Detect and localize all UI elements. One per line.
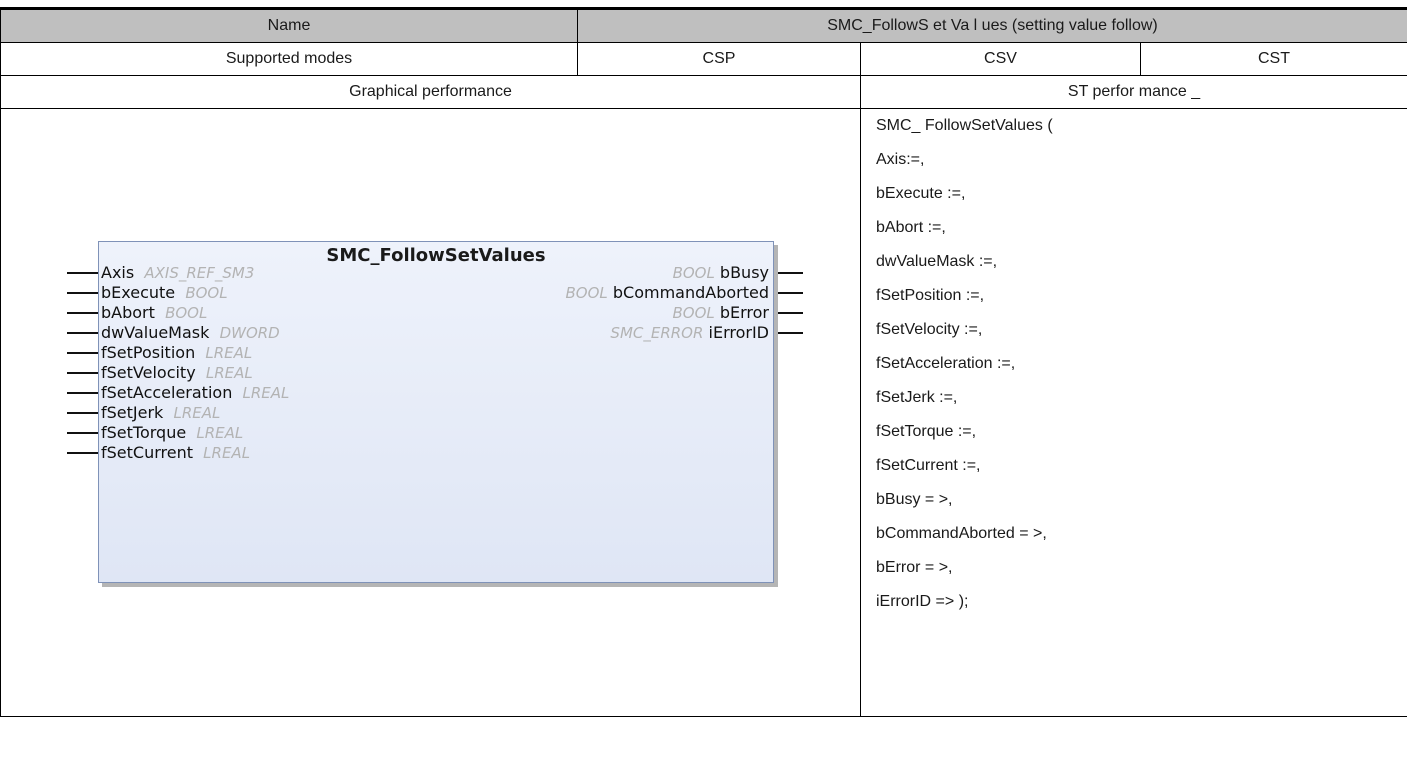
- input-wire: [67, 412, 99, 414]
- mode-csp-cell: CSP: [577, 42, 861, 76]
- name-label-cell: Name: [0, 7, 578, 43]
- output-pin: SMC_ERROR iErrorID: [610, 323, 769, 343]
- input-pin: Axis AXIS_REF_SM3: [101, 263, 254, 283]
- pin-type: LREAL: [196, 424, 244, 442]
- graphical-performance-cell: SMC_FollowSetValues Axis AXIS_REF_SM3 bE…: [0, 108, 861, 717]
- st-code-line: dwValueMask :=,: [876, 253, 998, 270]
- st-code-line: bError = >,: [876, 559, 953, 576]
- input-wire: [67, 452, 99, 454]
- output-pin: BOOL bError: [672, 303, 769, 323]
- st-code-line: fSetCurrent :=,: [876, 457, 981, 474]
- output-wire: [773, 312, 803, 314]
- pin-type: BOOL: [672, 304, 715, 322]
- pin-type: BOOL: [565, 284, 608, 302]
- pin-type: LREAL: [173, 404, 221, 422]
- output-pin: BOOL bCommandAborted: [566, 283, 770, 303]
- st-code-listing: SMC_ FollowSetValues ( Axis:=, bExecute …: [861, 109, 1407, 619]
- input-wire: [67, 432, 99, 434]
- pin-type: LREAL: [203, 444, 251, 462]
- pin-name: fSetVelocity: [101, 363, 196, 382]
- header-row: Name SMC_FollowS et Va l ues (setting va…: [0, 7, 1407, 43]
- input-pin: fSetVelocity LREAL: [101, 363, 253, 383]
- st-code-line: SMC_ FollowSetValues (: [876, 117, 1053, 134]
- name-value-cell: SMC_FollowS et Va l ues (setting value f…: [576, 7, 1407, 43]
- input-wire: [67, 312, 99, 314]
- st-code-line: fSetVelocity :=,: [876, 321, 983, 338]
- performance-header-row: Graphical performance ST perfor mance _: [0, 75, 1407, 109]
- st-code-line: fSetTorque :=,: [876, 423, 977, 440]
- mode-cst-cell: CST: [1139, 42, 1407, 76]
- input-pin: fSetAcceleration LREAL: [101, 383, 289, 403]
- output-wire: [773, 292, 803, 294]
- function-spec-table: Name SMC_FollowS et Va l ues (setting va…: [0, 7, 1407, 717]
- pin-name: fSetJerk: [101, 403, 164, 422]
- input-pin: bAbort BOOL: [101, 303, 207, 323]
- pin-type: AXIS_REF_SM3: [144, 264, 255, 282]
- graphical-performance-label: Graphical performance: [0, 75, 861, 109]
- pin-name: fSetTorque: [101, 423, 187, 442]
- pin-name: bExecute: [101, 283, 176, 302]
- st-code-line: fSetJerk :=,: [876, 389, 958, 406]
- input-wire: [67, 292, 99, 294]
- st-code-line: bAbort :=,: [876, 219, 946, 236]
- pin-type: BOOL: [165, 304, 208, 322]
- st-code-line: bExecute :=,: [876, 185, 966, 202]
- pin-type: LREAL: [205, 344, 253, 362]
- st-code-line: fSetAcceleration :=,: [876, 355, 1016, 372]
- pin-name: fSetCurrent: [101, 443, 193, 462]
- pin-type: BOOL: [185, 284, 228, 302]
- input-wire: [67, 272, 99, 274]
- st-performance-cell: SMC_ FollowSetValues ( Axis:=, bExecute …: [859, 108, 1407, 717]
- input-wire: [67, 392, 99, 394]
- input-pin: bExecute BOOL: [101, 283, 228, 303]
- input-wire: [67, 332, 99, 334]
- input-pin: dwValueMask DWORD: [101, 323, 280, 343]
- pin-name: fSetAcceleration: [101, 383, 233, 402]
- output-pin: BOOL bBusy: [673, 263, 769, 283]
- performance-body-row: SMC_FollowSetValues Axis AXIS_REF_SM3 bE…: [0, 108, 1407, 717]
- st-performance-label: ST perfor mance _: [859, 75, 1407, 109]
- input-pin: fSetPosition LREAL: [101, 343, 252, 363]
- modes-row: Supported modes CSP CSV CST: [0, 42, 1407, 76]
- pin-name: bError: [719, 303, 769, 322]
- input-pin: fSetCurrent LREAL: [101, 443, 250, 463]
- output-wire: [773, 332, 803, 334]
- pin-type: LREAL: [242, 384, 290, 402]
- input-wire: [67, 372, 99, 374]
- st-code-line: fSetPosition :=,: [876, 287, 985, 304]
- pin-name: iErrorID: [708, 323, 769, 342]
- pin-name: fSetPosition: [101, 343, 196, 362]
- pin-name: bCommandAborted: [612, 283, 769, 302]
- pin-type: LREAL: [205, 364, 253, 382]
- pin-type: SMC_ERROR: [610, 324, 704, 342]
- pin-name: dwValueMask: [101, 323, 210, 342]
- pin-type: DWORD: [219, 324, 280, 342]
- input-pin: fSetJerk LREAL: [101, 403, 220, 423]
- function-block-diagram: SMC_FollowSetValues Axis AXIS_REF_SM3 bE…: [1, 109, 860, 716]
- output-wire: [773, 272, 803, 274]
- st-code-line: iErrorID => );: [876, 593, 969, 610]
- function-block: SMC_FollowSetValues Axis AXIS_REF_SM3 bE…: [98, 241, 774, 583]
- st-code-line: Axis:=,: [876, 151, 925, 168]
- pin-type: BOOL: [672, 264, 715, 282]
- input-wire: [67, 352, 99, 354]
- pin-name: bBusy: [719, 263, 769, 282]
- pin-name: bAbort: [101, 303, 155, 322]
- input-pin: fSetTorque LREAL: [101, 423, 243, 443]
- pin-name: Axis: [101, 263, 135, 282]
- modes-label-cell: Supported modes: [0, 42, 578, 76]
- st-code-line: bCommandAborted = >,: [876, 525, 1047, 542]
- mode-csv-cell: CSV: [860, 42, 1141, 76]
- st-code-line: bBusy = >,: [876, 491, 953, 508]
